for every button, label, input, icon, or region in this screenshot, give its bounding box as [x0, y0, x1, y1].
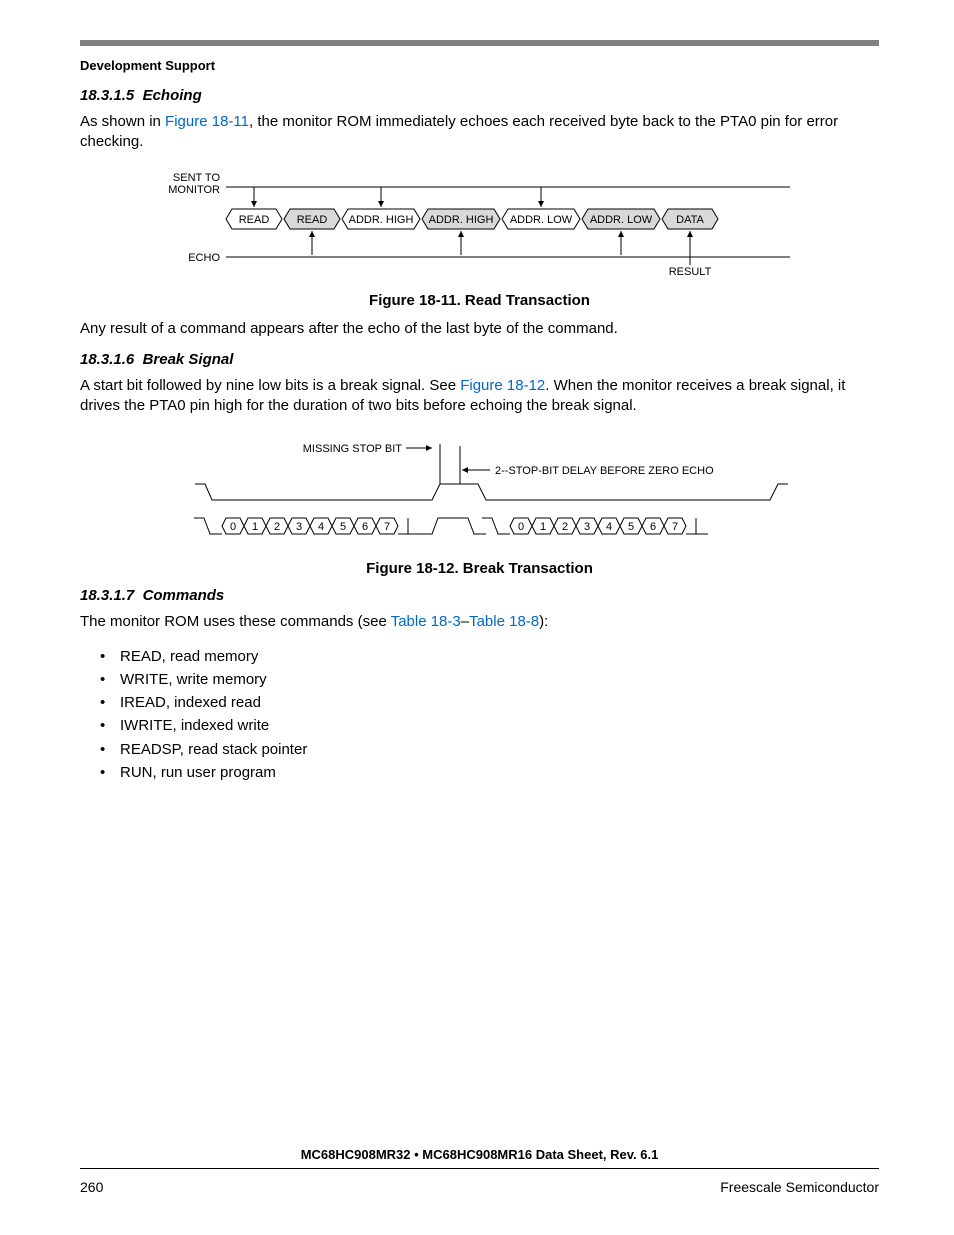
- top-rule: [80, 40, 879, 46]
- list-item: RUN, run user program: [120, 761, 879, 784]
- svg-text:4: 4: [317, 521, 323, 533]
- section-num: 18.3.1.5: [80, 87, 134, 104]
- section-title: Break Signal: [143, 351, 234, 368]
- page-footer: MC68HC908MR32 • MC68HC908MR16 Data Sheet…: [80, 1147, 879, 1195]
- label-echo: ECHO: [188, 252, 220, 264]
- svg-text:4: 4: [605, 521, 611, 533]
- svg-text:READ: READ: [296, 214, 327, 226]
- text: The monitor ROM uses these commands (see: [80, 613, 391, 630]
- label-missing-stop: MISSING STOP BIT: [302, 443, 402, 455]
- svg-text:0: 0: [229, 521, 235, 533]
- label-delay: 2--STOP-BIT DELAY BEFORE ZERO ECHO: [495, 465, 714, 477]
- after-fig11-paragraph: Any result of a command appears after th…: [80, 319, 879, 339]
- svg-text:2: 2: [273, 521, 279, 533]
- svg-text:1: 1: [251, 521, 257, 533]
- svg-text:3: 3: [583, 521, 589, 533]
- figure-caption-18-11: Figure 18-11. Read Transaction: [80, 292, 879, 309]
- svg-text:ADDR. LOW: ADDR. LOW: [589, 214, 652, 226]
- svg-text:7: 7: [671, 521, 677, 533]
- text: ):: [539, 613, 548, 630]
- figure-link-18-11[interactable]: Figure 18-11: [165, 113, 249, 130]
- text: –: [461, 613, 469, 630]
- svg-text:ADDR. HIGH: ADDR. HIGH: [428, 214, 493, 226]
- svg-text:5: 5: [627, 521, 633, 533]
- section-heading-break: 18.3.1.6 Break Signal: [80, 351, 879, 368]
- footer-title: MC68HC908MR32 • MC68HC908MR16 Data Sheet…: [80, 1147, 879, 1162]
- svg-text:2: 2: [561, 521, 567, 533]
- svg-text:5: 5: [339, 521, 345, 533]
- footer-rule: [80, 1168, 879, 1169]
- section-title: Echoing: [143, 87, 202, 104]
- label-result: RESULT: [668, 266, 711, 278]
- svg-text:ADDR. HIGH: ADDR. HIGH: [348, 214, 413, 226]
- figure-caption-18-12: Figure 18-12. Break Transaction: [80, 560, 879, 577]
- svg-text:READ: READ: [238, 214, 269, 226]
- figure-18-12: MISSING STOP BIT 2--STOP-BIT DELAY BEFOR…: [80, 430, 879, 550]
- list-item: IWRITE, indexed write: [120, 714, 879, 737]
- table-link-18-8[interactable]: Table 18-8: [469, 613, 539, 630]
- svg-text:7: 7: [383, 521, 389, 533]
- list-item: READ, read memory: [120, 645, 879, 668]
- text: A start bit followed by nine low bits is…: [80, 377, 460, 394]
- list-item: IREAD, indexed read: [120, 691, 879, 714]
- svg-text:6: 6: [361, 521, 367, 533]
- echoing-paragraph: As shown in Figure 18-11, the monitor RO…: [80, 112, 879, 153]
- list-item: WRITE, write memory: [120, 668, 879, 691]
- section-title: Commands: [143, 587, 225, 604]
- commands-list: READ, read memory WRITE, write memory IR…: [120, 645, 879, 785]
- break-paragraph: A start bit followed by nine low bits is…: [80, 376, 879, 417]
- page-header: Development Support: [80, 58, 879, 73]
- table-link-18-3[interactable]: Table 18-3: [391, 613, 461, 630]
- label-sent-line2: MONITOR: [168, 184, 220, 196]
- svg-text:0: 0: [517, 521, 523, 533]
- list-item: READSP, read stack pointer: [120, 738, 879, 761]
- svg-text:3: 3: [295, 521, 301, 533]
- figure-18-11: SENT TO MONITOR ECHO READ READ ADDR. HIGH A…: [80, 167, 879, 282]
- svg-text:DATA: DATA: [676, 214, 704, 226]
- section-num: 18.3.1.6: [80, 351, 134, 368]
- svg-text:ADDR. LOW: ADDR. LOW: [509, 214, 572, 226]
- page-number: 260: [80, 1179, 103, 1195]
- label-sent-line1: SENT TO: [172, 172, 220, 184]
- svg-text:1: 1: [539, 521, 545, 533]
- figure-link-18-12[interactable]: Figure 18-12: [460, 377, 545, 394]
- svg-text:6: 6: [649, 521, 655, 533]
- section-heading-commands: 18.3.1.7 Commands: [80, 587, 879, 604]
- text: As shown in: [80, 113, 165, 130]
- section-heading-echoing: 18.3.1.5 Echoing: [80, 87, 879, 104]
- company-name: Freescale Semiconductor: [720, 1179, 879, 1195]
- commands-paragraph: The monitor ROM uses these commands (see…: [80, 612, 879, 632]
- section-num: 18.3.1.7: [80, 587, 134, 604]
